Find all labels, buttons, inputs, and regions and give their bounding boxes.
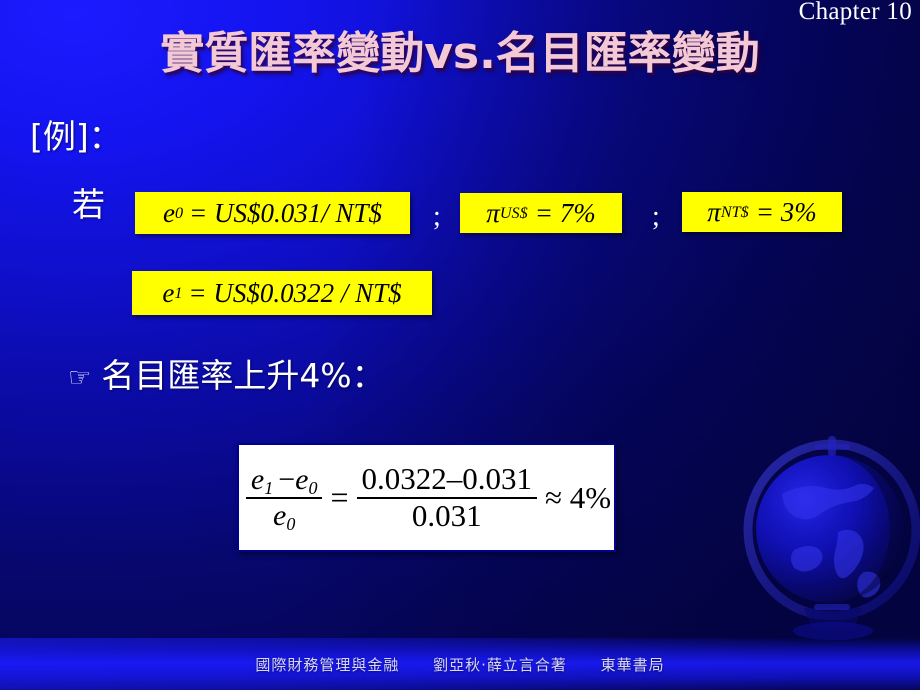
chapter-label: Chapter 10 [798,0,912,25]
globe-watermark-icon [743,436,920,640]
pointing-hand-icon: ☞ [68,363,92,393]
bullet-row: ☞ 名目匯率上升4%： [68,356,385,396]
formula-pi-usd-var: π [486,197,500,228]
formula-pi-usd-rhs: = 7% [534,197,596,228]
formula-e0-var: e [162,197,175,228]
formula-chip-pi-ntd: π NT$ = 3% [682,192,842,232]
footer-book-title: 國際財務管理與金融 [255,656,400,674]
slide-canvas: Chapter 10 實質匯率變動vs.名目匯率變動 [例]： 若 e 0 = US… [0,0,920,690]
equation-equals-sign: = [330,479,349,515]
equation-lhs-num-b: e [295,463,309,496]
equation-lhs-denominator: e0 [268,498,300,534]
bullet-label: 名目匯率上升4%： [101,356,385,395]
formula-e0-rhs: = US$0.031/ NT$ [189,197,383,228]
formula-separator-2: ; [652,201,660,232]
formula-e1-var: e [162,277,175,308]
equation-lhs-minus: − [278,463,296,496]
formula-pi-ntd-rhs: = 3% [755,196,817,227]
equation-rhs-numerator: 0.0322–0.031 [361,460,533,496]
equation-lhs-den-sub: 0 [286,513,296,534]
equation-lhs-num-b-sub: 0 [308,478,318,499]
formula-pi-ntd-var: π [707,196,721,227]
formula-chip-e1: e 1 = US$0.0322 / NT$ [132,271,432,315]
equation-rhs-fraction: 0.0322–0.031 0.031 [356,460,538,533]
formula-e1-rhs: = US$0.0322 / NT$ [188,277,402,308]
footer-publisher: 東華書局 [600,656,665,674]
footer: 國際財務管理與金融 劉亞秋·薛立言合著 東華書局 [0,654,920,675]
example-label: [例]： [30,117,122,156]
equation-result: ≈ 4% [545,479,612,515]
given-label: 若 [72,185,105,224]
equation-box: e1 −e0 e0 = 0.0322–0.031 0.031 ≈ 4% [237,443,616,552]
formula-separator-1: ; [433,201,441,232]
equation-rhs-denominator: 0.031 [411,497,482,533]
formula-chip-e0: e 0 = US$0.031/ NT$ [135,192,410,234]
footer-authors: 劉亞秋·薛立言合著 [433,656,567,674]
equation-lhs-num-a: e [250,463,265,496]
equation-lhs-numerator: e1 −e0 [246,463,323,497]
equation-lhs-fraction: e1 −e0 e0 [245,463,323,534]
formula-chip-pi-usd: π US$ = 7% [460,193,622,233]
equation-content: e1 −e0 e0 = 0.0322–0.031 0.031 ≈ 4% [242,462,611,533]
equation-lhs-den: e [273,498,287,532]
equation-lhs-num-a-sub: 1 [264,478,274,499]
page-title: 實質匯率變動vs.名目匯率變動 [160,28,760,79]
